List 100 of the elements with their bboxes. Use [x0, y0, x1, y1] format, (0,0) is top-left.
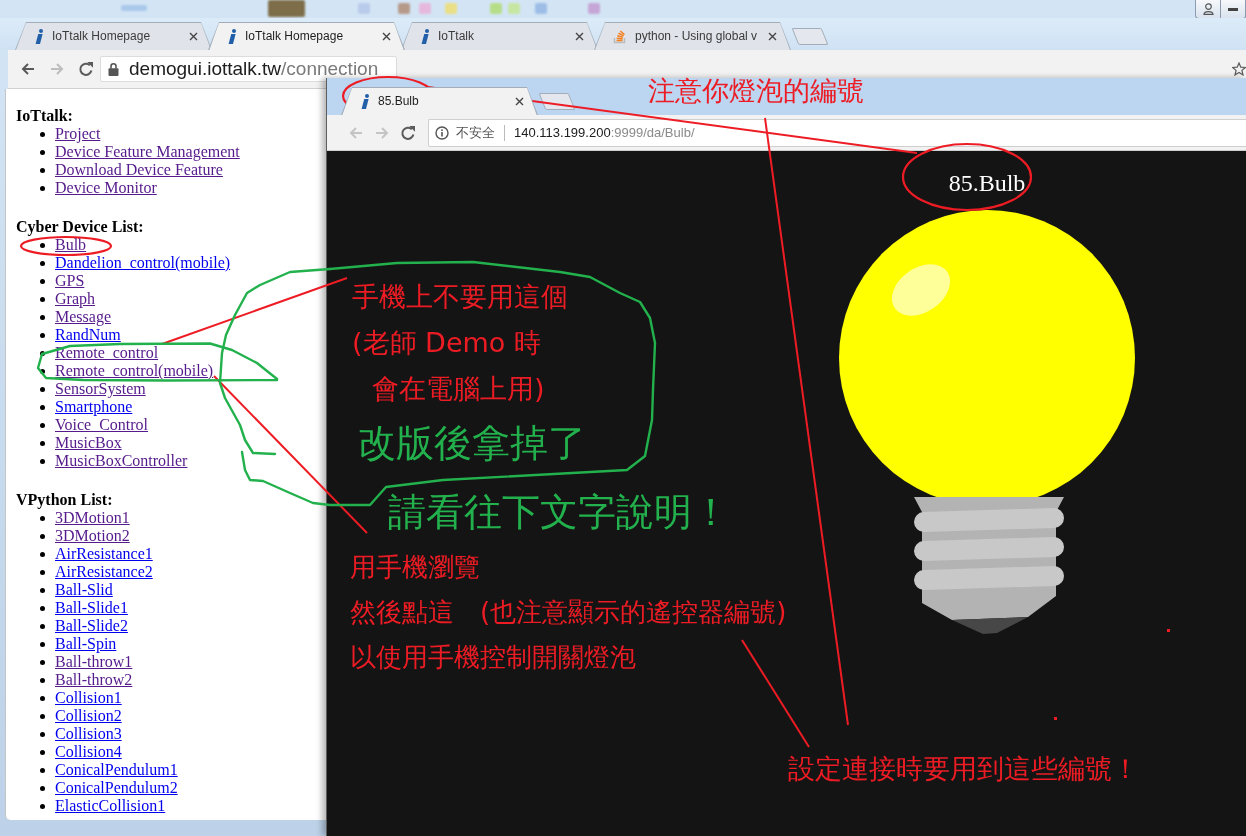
close-icon[interactable]: [768, 31, 777, 41]
info-icon[interactable]: [435, 125, 449, 140]
italic-i-icon: [34, 28, 44, 44]
section-heading: Cyber Device List:: [16, 218, 144, 236]
close-icon[interactable]: [515, 96, 524, 106]
link[interactable]: Dandelion_control(mobile): [55, 254, 231, 272]
bullet-icon: [40, 368, 45, 374]
bullet-icon: [40, 551, 45, 557]
link[interactable]: Device Monitor: [55, 179, 157, 197]
link[interactable]: AirResistance2: [55, 563, 153, 581]
back-arrow-icon[interactable]: [20, 61, 36, 77]
link[interactable]: ElasticCollision1: [55, 797, 166, 815]
browser-tab[interactable]: 85.Bulb: [341, 87, 538, 115]
link[interactable]: Ball-Spin: [55, 635, 117, 653]
link[interactable]: RandNum: [55, 326, 121, 344]
link[interactable]: SensorSystem: [55, 380, 146, 398]
link[interactable]: 3DMotion1: [55, 509, 130, 527]
link[interactable]: Remote_control(mobile): [55, 362, 214, 380]
link[interactable]: Ball-throw2: [55, 671, 133, 689]
bullet-icon: [40, 350, 45, 356]
lock-icon: [108, 62, 119, 76]
section-heading: VPython List:: [16, 491, 113, 509]
link[interactable]: Message: [55, 308, 111, 326]
bullet-icon: [40, 314, 45, 320]
blurred-icon: [268, 0, 305, 17]
bullet-icon: [40, 386, 45, 392]
bullet-icon: [40, 131, 45, 137]
link[interactable]: Bulb: [55, 236, 87, 254]
link[interactable]: Smartphone: [55, 398, 133, 416]
link[interactable]: Ball-Slide1: [55, 599, 128, 617]
reload-icon[interactable]: [78, 61, 94, 77]
bullet-icon: [40, 749, 45, 755]
address-field[interactable]: demogui.iottalk.tw/connection: [100, 56, 397, 82]
bullet-icon: [40, 278, 45, 284]
bullet-icon: [40, 803, 45, 809]
annotation-text: 請看往下文字說明！: [388, 491, 730, 533]
blurred-icon: [419, 3, 431, 14]
link[interactable]: ConicalPendulum1: [55, 761, 178, 779]
blurred-icon: [490, 3, 502, 14]
link[interactable]: Collision4: [55, 743, 122, 761]
blurred-icon: [445, 3, 457, 14]
link[interactable]: Collision2: [55, 707, 122, 725]
bullet-icon: [40, 149, 45, 155]
bullet-icon: [40, 332, 45, 338]
link[interactable]: Remote_control: [55, 344, 159, 362]
bullet-icon: [40, 404, 45, 410]
link[interactable]: 3DMotion2: [55, 527, 130, 545]
bullet-icon: [40, 695, 45, 701]
bullet-icon: [40, 185, 45, 191]
blurred-icon: [508, 3, 520, 14]
bullet-icon: [40, 422, 45, 428]
person-icon: [1202, 3, 1214, 15]
bullet-icon: [40, 296, 45, 302]
bullet-icon: [40, 458, 45, 464]
bullet-icon: [40, 641, 45, 647]
address-field[interactable]: 不安全 140.113.199.200:9999/da/Bulb/: [428, 118, 1246, 147]
italic-i-icon: [360, 93, 370, 109]
bullet-icon: [40, 587, 45, 593]
device-label: 85.Bulb: [948, 170, 1026, 196]
close-icon[interactable]: [382, 31, 391, 41]
bullet-icon: [40, 167, 45, 173]
stack-icon: [613, 28, 627, 44]
bullet-icon: [40, 713, 45, 719]
link[interactable]: Device Feature Management: [55, 143, 240, 161]
italic-i-icon: [420, 28, 430, 44]
star-icon[interactable]: [1232, 62, 1246, 76]
link[interactable]: MusicBox: [55, 434, 122, 452]
blurred-icon: [398, 3, 410, 14]
close-icon[interactable]: [189, 31, 198, 41]
stray-mark: [1167, 629, 1170, 632]
stray-mark: [1054, 717, 1057, 720]
italic-i-icon: [227, 28, 237, 44]
blurred-icon: [121, 5, 147, 11]
link[interactable]: Voice_Control: [55, 416, 149, 434]
link[interactable]: Graph: [55, 290, 95, 308]
link[interactable]: Ball-Slid: [55, 581, 113, 599]
link[interactable]: AirResistance1: [55, 545, 153, 563]
bullet-icon: [40, 731, 45, 737]
link[interactable]: ConicalPendulum2: [55, 779, 178, 797]
link[interactable]: Project: [55, 125, 101, 143]
link[interactable]: MusicBoxController: [55, 452, 188, 470]
bullet-icon: [40, 260, 45, 266]
annotation-text: 注意你燈泡的編號: [648, 75, 864, 107]
annotation-text: 用手機瀏覽 然後點這 (也注意顯示的遙控器編號) 以使用手機控制開關燈泡: [350, 551, 787, 674]
bullet-icon: [40, 440, 45, 446]
link[interactable]: Collision1: [55, 689, 122, 707]
bullet-icon: [40, 767, 45, 773]
blurred-icon: [535, 3, 547, 14]
link[interactable]: Ball-Slide2: [55, 617, 128, 635]
reload-icon[interactable]: [400, 124, 416, 141]
bullet-icon: [40, 242, 45, 248]
link[interactable]: Collision3: [55, 725, 122, 743]
close-icon[interactable]: [575, 31, 584, 41]
link[interactable]: Ball-throw1: [55, 653, 133, 671]
bullet-icon: [40, 515, 45, 521]
bullet-icon: [40, 677, 45, 683]
annotation-text: 手機上不要用這個 (老師 Demo 時 會在電腦上用): [352, 280, 568, 406]
annotation-text: 改版後拿掉了: [358, 421, 586, 465]
link[interactable]: Download Device Feature: [55, 161, 223, 179]
link[interactable]: GPS: [55, 272, 85, 290]
